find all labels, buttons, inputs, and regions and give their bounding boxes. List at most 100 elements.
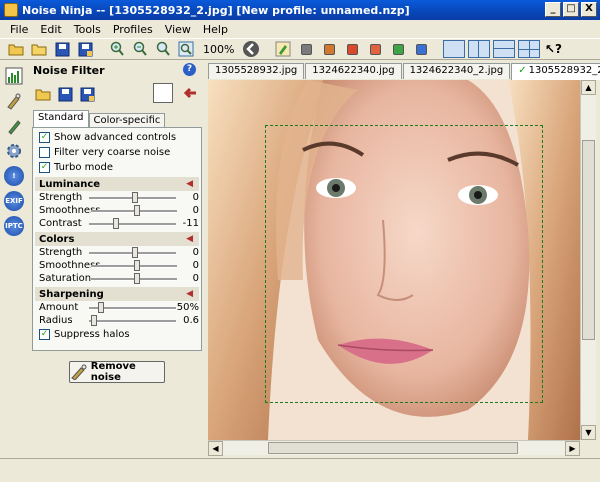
menu-tools[interactable]: Tools [68,23,107,36]
slider-track[interactable] [88,302,177,313]
help-pointer-icon[interactable]: ↖? [543,40,563,58]
slider-track[interactable] [91,260,177,271]
reset-arrow-icon[interactable]: ◀ [186,234,193,244]
histogram-icon[interactable] [3,65,25,87]
brush-tool-icon[interactable] [3,115,25,137]
orange-swatch[interactable] [319,40,339,58]
zoom-out-icon[interactable] [130,40,150,58]
tab-color-specific[interactable]: Color-specific [88,113,166,127]
checkbox[interactable]: ✓ [39,329,50,340]
horizontal-scroll-thumb[interactable] [268,442,518,454]
menu-edit[interactable]: Edit [34,23,67,36]
checkbox[interactable]: ✓ [39,132,50,143]
save-profile-icon[interactable] [55,85,75,103]
reset-arrow-icon[interactable]: ◀ [186,289,193,299]
slider-thumb[interactable] [112,218,119,229]
menu-file[interactable]: File [4,23,34,36]
section-colors[interactable]: Colors ◀ [35,232,199,246]
section-sharpening[interactable]: Sharpening ◀ [35,287,199,301]
load-profile-icon[interactable] [33,85,53,103]
menu-help[interactable]: Help [197,23,234,36]
slider-thumb[interactable] [131,247,138,258]
help-icon[interactable]: ? [183,63,196,76]
slider-thumb[interactable] [134,260,140,271]
slider-track[interactable] [88,315,177,326]
preview-crop-rectangle[interactable] [265,125,543,403]
section-luminance[interactable]: Luminance ◀ [35,177,199,191]
save-icon[interactable] [52,40,72,58]
slider-sharp-amount[interactable]: Amount 50% [35,301,199,314]
slider-thumb[interactable] [97,302,104,313]
save-profile-as-icon[interactable] [77,85,97,103]
vertical-scrollbar[interactable]: ▲ ▼ [580,80,596,440]
brush-icon[interactable] [273,40,293,58]
image-tab-active[interactable]: ✓1305528932_2.jpg [511,63,600,80]
menu-view[interactable]: View [159,23,197,36]
open-icon[interactable] [6,40,26,58]
reset-arrow-icon[interactable] [183,86,197,103]
iptc-icon[interactable]: IPTC [3,215,25,237]
image-tab[interactable]: 1324622340_2.jpg [402,63,511,79]
green-swatch[interactable] [388,40,408,58]
scroll-up-button[interactable]: ▲ [581,80,596,95]
slider-lum-contrast[interactable]: Contrast -11 [35,217,199,230]
scroll-left-button[interactable]: ◀ [208,441,223,456]
slider-label: Smoothness [39,205,101,216]
slider-col-strength[interactable]: Strength 0 [35,246,199,259]
noise-filter-icon[interactable] [3,90,25,112]
menu-profiles[interactable]: Profiles [107,23,159,36]
zoom-icon[interactable] [153,40,173,58]
save-as-icon[interactable] [75,40,95,58]
maximize-button[interactable]: □ [563,2,579,17]
tab-standard[interactable]: Standard [33,110,89,127]
slider-lum-strength[interactable]: Strength 0 [35,191,199,204]
check-turbo-mode[interactable]: ✓ Turbo mode [35,160,199,175]
slider-track[interactable] [88,218,177,229]
slider-thumb[interactable] [134,273,140,284]
slider-thumb[interactable] [134,205,140,216]
zoom-in-icon[interactable] [107,40,127,58]
reset-arrow-icon[interactable]: ◀ [186,179,193,189]
slider-track[interactable] [91,273,177,284]
minimize-button[interactable]: _ [545,2,561,17]
check-show-advanced[interactable]: ✓ Show advanced controls [35,130,199,145]
image-tab[interactable]: 1305528932.jpg [208,63,305,79]
scroll-right-button[interactable]: ▶ [565,441,580,456]
checkbox[interactable] [39,147,50,158]
image-tab[interactable]: 1324622340.jpg [305,63,402,79]
zoom-fit-icon[interactable] [176,40,196,58]
split-vertical-icon[interactable] [468,40,491,58]
gray-swatch[interactable] [296,40,316,58]
check-coarse-noise[interactable]: Filter very coarse noise [35,145,199,160]
checkbox[interactable]: ✓ [39,162,50,173]
settings-gear-icon[interactable] [3,140,25,162]
blue-swatch[interactable] [411,40,431,58]
slider-col-smoothness[interactable]: Smoothness 0 [35,259,199,272]
red-swatch[interactable] [342,40,362,58]
exif-icon[interactable]: EXIF [3,190,25,212]
slider-sharp-radius[interactable]: Radius 0.6 [35,314,199,327]
split-horizontal-icon[interactable] [493,40,516,58]
check-suppress-halos[interactable]: ✓ Suppress halos [35,327,199,342]
info-icon[interactable]: ! [3,165,25,187]
slider-track[interactable] [88,192,177,203]
check-label: Filter very coarse noise [54,147,171,158]
slider-thumb[interactable] [90,315,97,326]
horizontal-scrollbar[interactable]: ◀ ▶ [208,440,580,456]
slider-track[interactable] [88,247,177,258]
image-viewport[interactable] [208,80,580,440]
open-folder-icon[interactable] [29,40,49,58]
slider-col-saturation[interactable]: Saturation 0 [35,272,199,285]
back-icon[interactable] [241,40,261,58]
remove-noise-button[interactable]: Remove noise [69,361,165,383]
slider-track[interactable] [91,205,177,216]
slider-thumb[interactable] [131,192,138,203]
close-button[interactable]: X [581,2,597,17]
vertical-scroll-thumb[interactable] [582,140,595,340]
quad-view-icon[interactable] [518,40,541,58]
red-swatch-2[interactable] [365,40,385,58]
slider-lum-smoothness[interactable]: Smoothness 0 [35,204,199,217]
single-view-icon[interactable] [443,40,466,58]
scroll-down-button[interactable]: ▼ [581,425,596,440]
color-sample-box[interactable] [153,83,173,103]
